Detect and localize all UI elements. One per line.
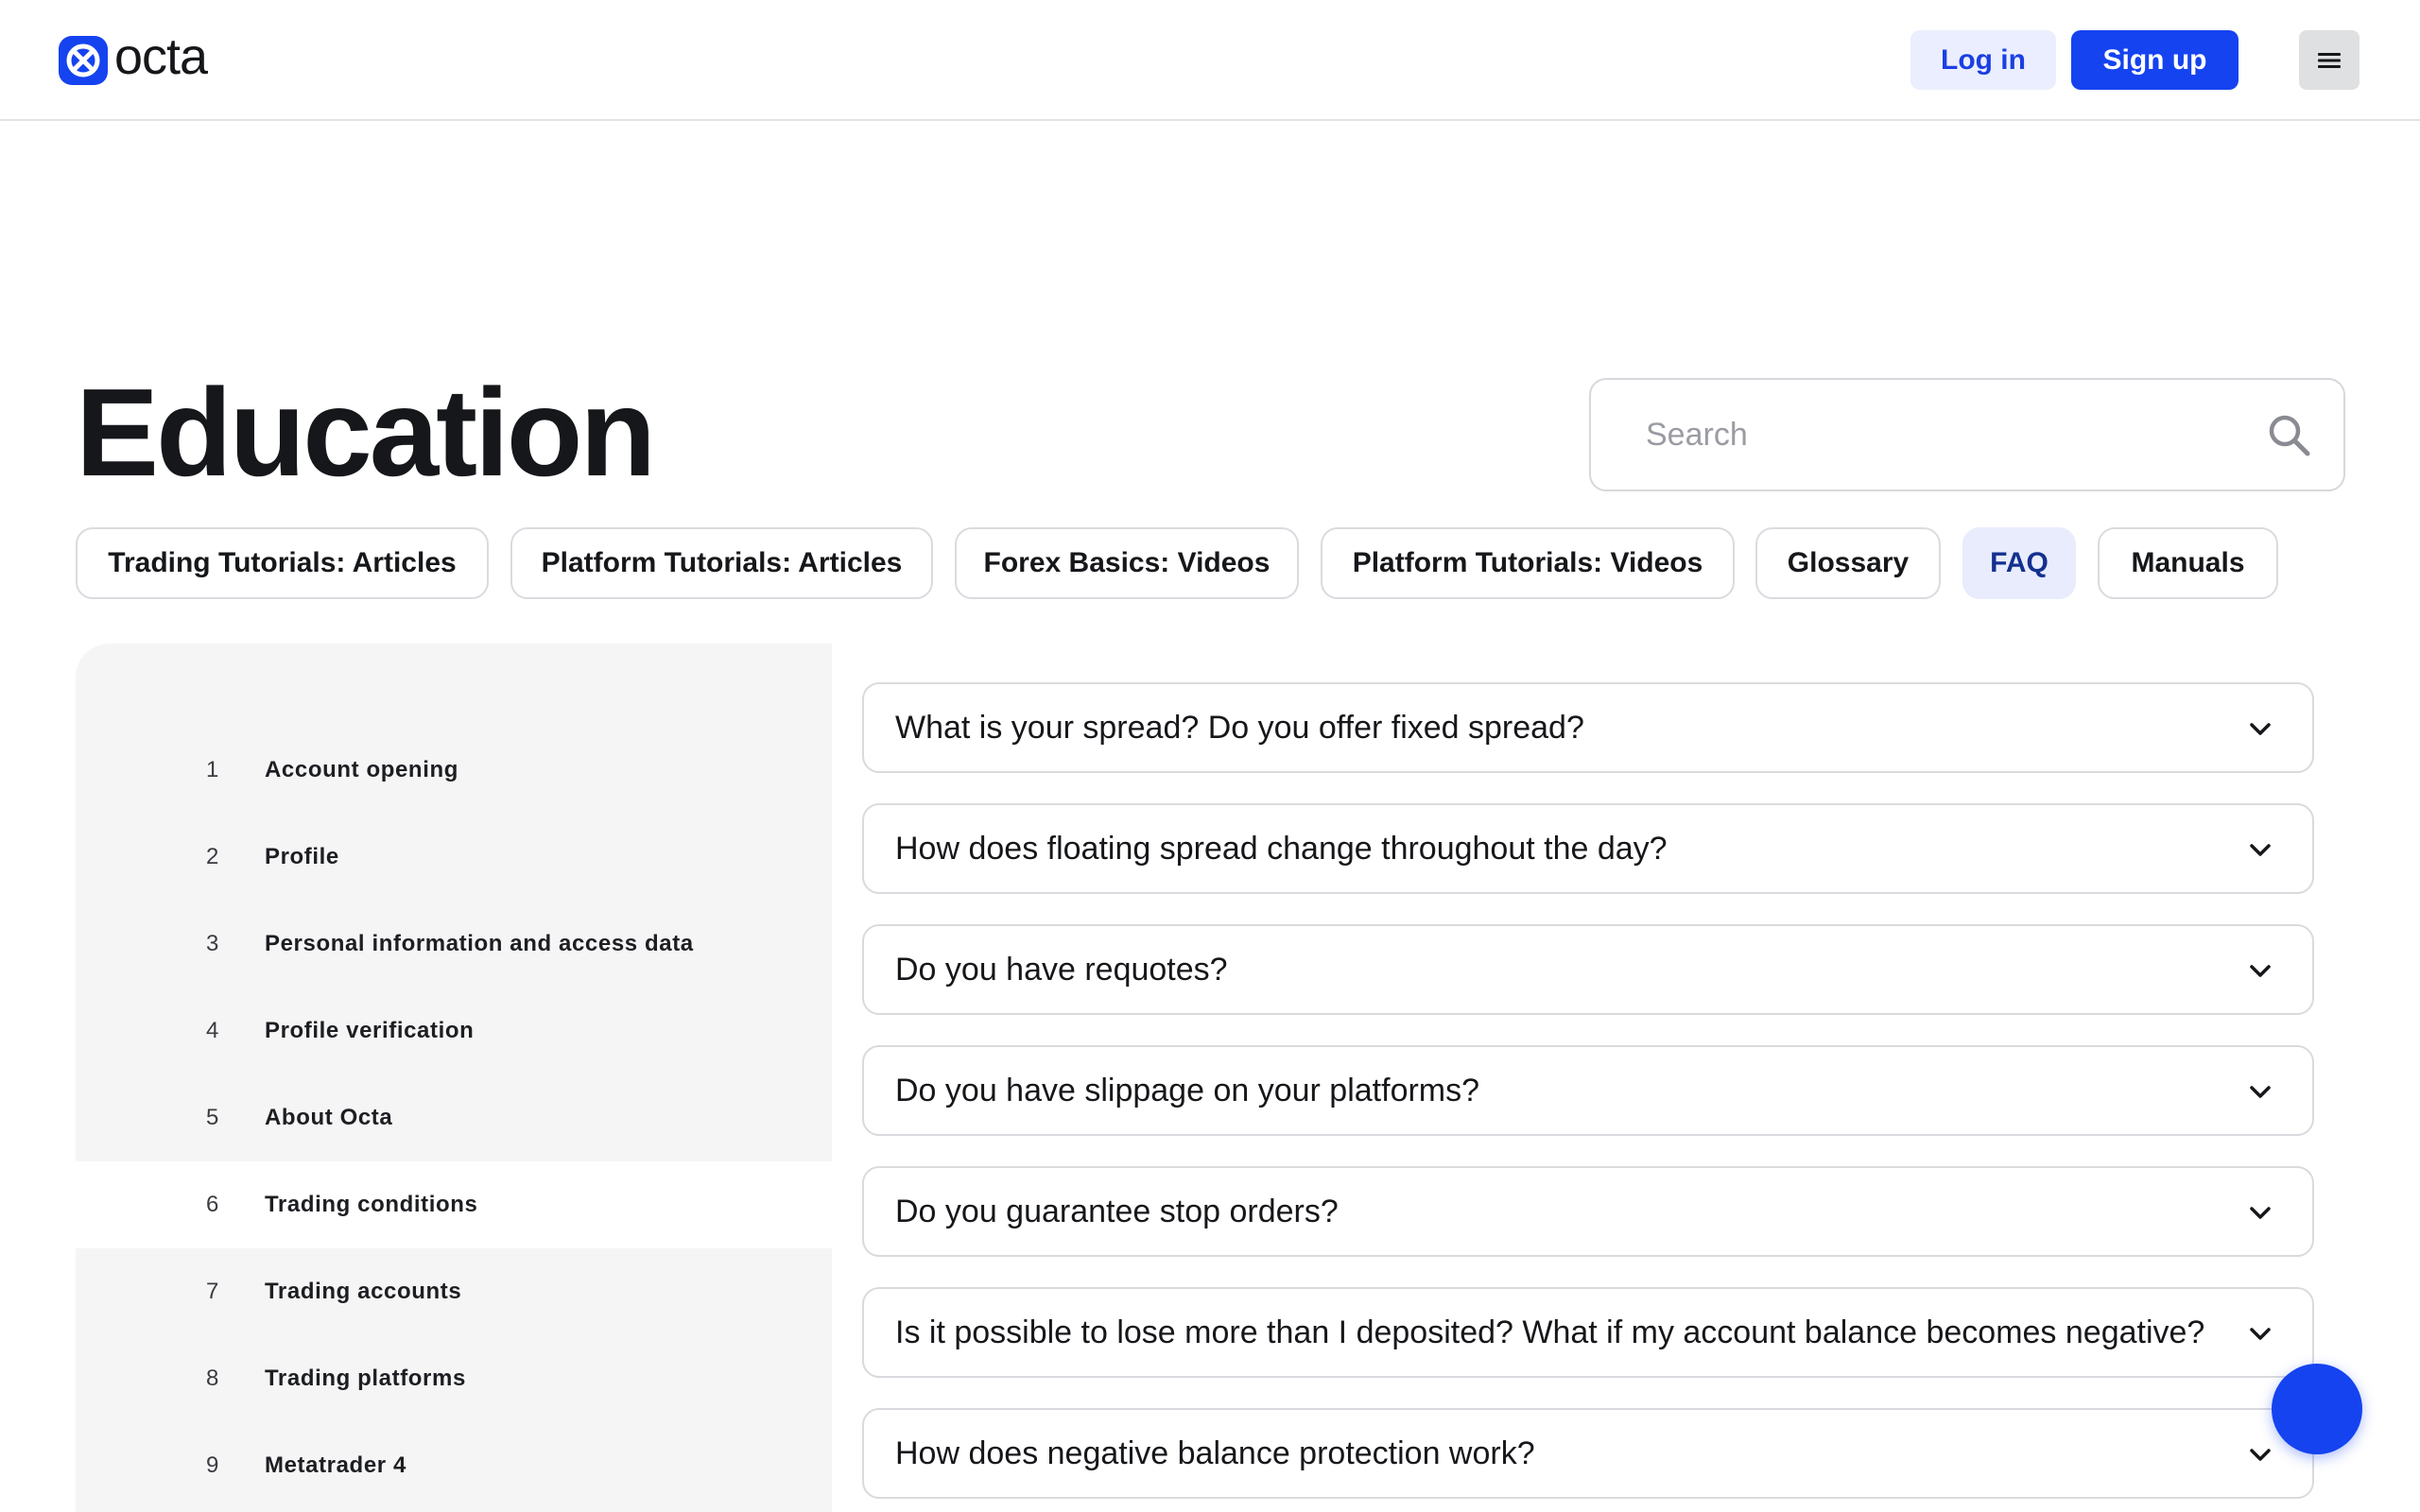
sidebar-item-about-octa[interactable]: 5 About Octa [76,1074,832,1161]
search-icon[interactable] [2265,411,2314,460]
sidebar-item-trading-platforms[interactable]: 8 Trading platforms [76,1335,832,1422]
sidebar-item-number: 8 [206,1366,219,1391]
chevron-down-icon[interactable] [2244,1075,2276,1108]
sidebar-item-trading-conditions[interactable]: 6 Trading conditions [76,1161,832,1248]
faq-question: Do you have slippage on your platforms? [895,1072,1480,1108]
sidebar-item-profile-verification[interactable]: 4 Profile verification [76,988,832,1074]
signup-button[interactable]: Sign up [2071,30,2238,90]
sidebar-item-label: Trading accounts [265,1279,462,1304]
faq-question: Is it possible to lose more than I depos… [895,1314,2205,1350]
menu-button[interactable] [2299,30,2360,90]
sidebar-item-profile[interactable]: 2 Profile [76,814,832,901]
sidebar-item-number: 2 [206,844,219,869]
sidebar-item-label: About Octa [265,1105,393,1130]
faq-item[interactable]: Do you guarantee stop orders? [862,1166,2314,1257]
chevron-down-icon[interactable] [2244,1317,2276,1349]
tab-faq[interactable]: FAQ [1962,527,2076,599]
chevron-down-icon[interactable] [2244,833,2276,866]
sidebar-item-trading-accounts[interactable]: 7 Trading accounts [76,1248,832,1335]
faq-question: How does negative balance protection wor… [895,1435,1535,1471]
sidebar-item-label: Trading conditions [265,1192,478,1217]
faq-item[interactable]: Do you have slippage on your platforms? [862,1045,2314,1136]
sidebar-item-label: Profile verification [265,1018,475,1043]
chevron-down-icon[interactable] [2244,954,2276,987]
sidebar-item-label: Account opening [265,757,458,782]
chevron-down-icon[interactable] [2244,713,2276,745]
faq-question: How does floating spread change througho… [895,830,1668,867]
faq-question: Do you guarantee stop orders? [895,1193,1339,1229]
faq-item[interactable]: What is your spread? Do you offer fixed … [862,682,2314,773]
sidebar-item-account-opening[interactable]: 1 Account opening [76,727,832,814]
chevron-down-icon[interactable] [2244,1196,2276,1228]
sidebar-item-label: Metatrader 4 [265,1452,406,1478]
tab-platform-tutorials-articles[interactable]: Platform Tutorials: Articles [510,527,933,599]
search-input[interactable] [1646,380,2232,490]
sidebar-item-personal-information[interactable]: 3 Personal information and access data [76,901,832,988]
octa-logo[interactable]: octa [59,31,208,86]
faq-item[interactable]: How does negative balance protection wor… [862,1408,2314,1499]
faq-question: Do you have requotes? [895,951,1228,988]
page-title: Education [76,363,656,502]
sidebar-item-number: 4 [206,1018,219,1043]
tab-forex-basics-videos[interactable]: Forex Basics: Videos [955,527,1299,599]
sidebar-item-number: 6 [206,1192,219,1217]
sidebar-item-number: 1 [206,757,219,782]
faq-item[interactable]: Do you have requotes? [862,924,2314,1015]
sidebar-item-number: 9 [206,1452,219,1478]
sidebar-item-number: 7 [206,1279,219,1304]
sidebar-item-label: Personal information and access data [265,931,694,956]
tab-manuals[interactable]: Manuals [2098,527,2278,599]
brand-name: octa [114,28,208,85]
octa-logo-icon [59,36,108,85]
chat-button[interactable] [2272,1364,2362,1454]
sidebar-item-metatrader-4[interactable]: 9 Metatrader 4 [76,1422,832,1509]
site-header: octa Log in Sign up [0,0,2420,121]
faq-question: What is your spread? Do you offer fixed … [895,709,1584,746]
faq-item[interactable]: How does floating spread change througho… [862,803,2314,894]
login-button[interactable]: Log in [1910,30,2056,90]
faq-category-sidebar: 1 Account opening 2 Profile 3 Personal i… [76,644,832,1512]
tab-platform-tutorials-videos[interactable]: Platform Tutorials: Videos [1321,527,1735,599]
hamburger-icon [2318,52,2341,68]
sidebar-item-number: 5 [206,1105,219,1130]
faq-item[interactable]: Is it possible to lose more than I depos… [862,1287,2314,1378]
sidebar-item-label: Trading platforms [265,1366,466,1391]
tab-glossary[interactable]: Glossary [1755,527,1941,599]
sidebar-item-number: 3 [206,931,219,956]
search-box [1589,378,2345,491]
chevron-down-icon[interactable] [2244,1438,2276,1470]
tab-trading-tutorials-articles[interactable]: Trading Tutorials: Articles [76,527,489,599]
sidebar-item-label: Profile [265,844,339,869]
